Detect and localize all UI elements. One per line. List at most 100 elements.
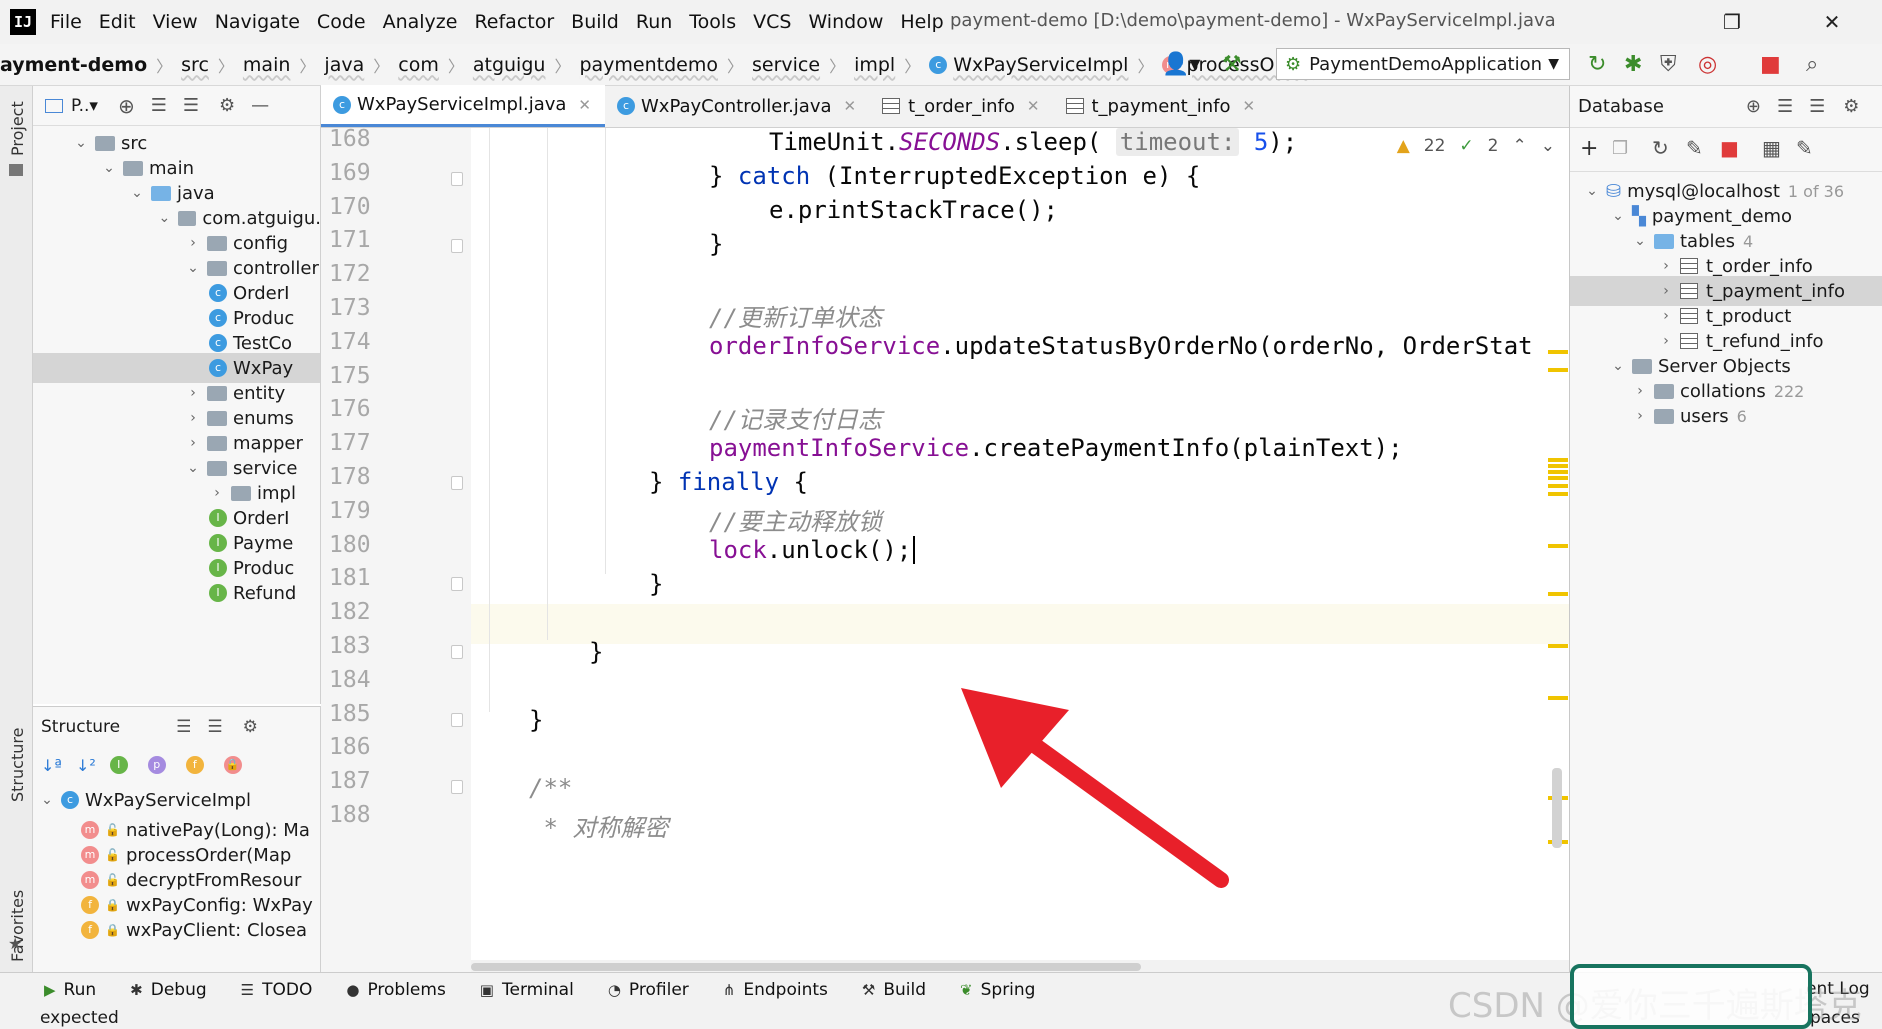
project-tree-item[interactable]: I Refund xyxy=(33,578,320,608)
tool-todo[interactable]: ☰ TODO xyxy=(241,980,313,1000)
fold-marker-icon[interactable] xyxy=(451,239,463,254)
chevron-right-icon[interactable]: › xyxy=(185,235,201,251)
chevron-down-icon[interactable]: ⌄ xyxy=(1584,183,1600,199)
coverage-icon[interactable]: ⛨ xyxy=(1660,52,1677,77)
hide-icon[interactable]: — xyxy=(251,95,269,116)
chevron-down-icon[interactable]: ⌄ xyxy=(1632,233,1648,249)
build-hammer-icon[interactable]: ⚒ xyxy=(1222,52,1242,77)
rerun-icon[interactable]: ↻ xyxy=(1588,52,1606,77)
chevron-down-icon[interactable]: ⌄ xyxy=(129,185,145,201)
database-tree-item[interactable]: › users 6 xyxy=(1570,401,1882,431)
table-view-icon[interactable]: ▦ xyxy=(1762,136,1781,160)
horizontal-scrollbar[interactable] xyxy=(471,960,1569,972)
tab-t-payment-info[interactable]: t_payment_info ✕ xyxy=(1054,85,1270,127)
chevron-down-icon[interactable]: ⌄ xyxy=(1610,358,1626,374)
tool-endpoints[interactable]: ⋔ Endpoints xyxy=(723,980,828,1000)
tool-problems[interactable]: ● Problems xyxy=(346,980,445,1000)
tool-window-project[interactable]: Project xyxy=(8,101,27,156)
tab-t-order-info[interactable]: t_order_info ✕ xyxy=(870,85,1053,127)
show-inherited-icon[interactable]: I xyxy=(109,756,128,774)
copy-icon[interactable]: ❐ xyxy=(1612,138,1628,159)
tool-spring[interactable]: ❦ Spring xyxy=(960,980,1035,1000)
sort-visibility-icon[interactable]: ↓² xyxy=(76,756,96,775)
search-icon[interactable]: ⌕ xyxy=(1806,52,1818,77)
chevron-down-icon[interactable]: ⌄ xyxy=(1610,208,1626,224)
menu-code[interactable]: Code xyxy=(317,11,366,33)
chevron-right-icon[interactable]: › xyxy=(185,435,201,451)
inspection-widget[interactable]: ▲ 22 ✓ 2 ⌃ ⌄ xyxy=(1397,136,1555,156)
project-view-select[interactable]: P..▾ xyxy=(71,96,98,116)
profile-icon[interactable]: ◎ xyxy=(1698,52,1717,77)
gear-icon[interactable]: ⚙ xyxy=(219,95,235,116)
menu-view[interactable]: View xyxy=(153,11,198,33)
expand-all-icon[interactable]: ☰ xyxy=(176,717,191,737)
tab-wxpaycontroller[interactable]: c WxPayController.java ✕ xyxy=(605,85,870,127)
menu-navigate[interactable]: Navigate xyxy=(215,11,300,33)
tool-debug[interactable]: ✱ Debug xyxy=(130,980,206,1000)
expand-all-icon[interactable]: ☰ xyxy=(1777,96,1793,117)
fold-marker-icon[interactable] xyxy=(451,712,463,727)
close-icon[interactable]: ✕ xyxy=(1243,97,1256,115)
chevron-down-icon[interactable]: ⌄ xyxy=(101,160,117,176)
expand-all-icon[interactable]: ☰ xyxy=(151,95,167,116)
tool-profiler[interactable]: ◔ Profiler xyxy=(608,980,689,1000)
add-icon[interactable]: + xyxy=(1580,136,1598,161)
fold-marker-icon[interactable] xyxy=(451,780,463,795)
chevron-down-icon[interactable]: ⌄ xyxy=(185,460,201,476)
menu-window[interactable]: Window xyxy=(808,11,883,33)
horizontal-scrollbar-thumb[interactable] xyxy=(471,963,1141,971)
chevron-right-icon[interactable]: › xyxy=(1658,283,1674,299)
structure-class-row[interactable]: ⌄ c WxPayServiceImpl xyxy=(33,785,320,815)
gear-icon[interactable]: ⚙ xyxy=(1843,96,1859,117)
prev-highlight-icon[interactable]: ⌃ xyxy=(1513,136,1527,156)
chevron-right-icon[interactable]: › xyxy=(1658,333,1674,349)
stop-icon[interactable]: ■ xyxy=(1760,52,1781,77)
user-icon[interactable]: 👤▾ xyxy=(1162,52,1200,77)
fold-marker-icon[interactable] xyxy=(451,476,463,490)
menu-refactor[interactable]: Refactor xyxy=(474,11,554,33)
structure-member[interactable]: f 🔒 wxPayClient: Closea xyxy=(33,915,320,945)
breadcrumb-paymentdemo[interactable]: paymentdemo xyxy=(579,54,718,76)
menu-file[interactable]: File xyxy=(50,11,82,33)
error-stripe[interactable] xyxy=(1548,128,1568,972)
line-number-gutter[interactable]: 168 169 170 171 172 173 174 175 176 177 178 179 180 1… xyxy=(321,128,471,972)
chevron-right-icon[interactable]: › xyxy=(185,410,201,426)
close-icon[interactable]: ✕ xyxy=(1782,10,1882,34)
code-editor[interactable]: ▲ 22 ✓ 2 ⌃ ⌄ TimeUnit.SECONDS.sleep( tim… xyxy=(471,128,1569,972)
menu-help[interactable]: Help xyxy=(900,11,943,33)
breadcrumb-service[interactable]: service xyxy=(752,54,820,76)
tool-run[interactable]: ▶ Run xyxy=(44,980,96,1000)
breadcrumb-com[interactable]: com xyxy=(398,54,439,76)
chevron-right-icon[interactable]: › xyxy=(209,485,225,501)
properties-icon[interactable]: ✎ xyxy=(1686,136,1703,160)
close-icon[interactable]: ✕ xyxy=(844,97,857,115)
collapse-all-icon[interactable]: ☰ xyxy=(1809,96,1825,117)
tool-window-structure[interactable]: Structure xyxy=(8,728,27,802)
menu-vcs[interactable]: VCS xyxy=(753,11,791,33)
collapse-all-icon[interactable]: ☰ xyxy=(183,95,199,116)
tool-build[interactable]: ⚒ Build xyxy=(862,980,926,1000)
chevron-right-icon[interactable]: › xyxy=(1658,258,1674,274)
fold-marker-icon[interactable] xyxy=(451,645,463,659)
chevron-down-icon[interactable]: ⌄ xyxy=(73,135,89,151)
stop-icon[interactable]: ■ xyxy=(1720,136,1739,160)
menu-run[interactable]: Run xyxy=(636,11,672,33)
collapse-all-icon[interactable]: ☰ xyxy=(207,717,222,737)
close-icon[interactable]: ✕ xyxy=(578,96,591,114)
tab-wxpayserviceimpl[interactable]: c WxPayServiceImpl.java ✕ xyxy=(321,85,605,127)
edit-icon[interactable]: ✎ xyxy=(1796,136,1813,160)
menu-tools[interactable]: Tools xyxy=(689,11,736,33)
sort-alpha-icon[interactable]: ↓ª xyxy=(41,756,62,775)
locate-icon[interactable]: ⊕ xyxy=(118,94,135,118)
breadcrumb-class[interactable]: WxPayServiceImpl xyxy=(953,54,1128,76)
breadcrumb-java[interactable]: java xyxy=(324,54,364,76)
show-fields-icon[interactable]: f xyxy=(185,756,204,774)
vertical-scrollbar-thumb[interactable] xyxy=(1552,768,1562,848)
chevron-right-icon[interactable]: › xyxy=(1632,383,1648,399)
tool-terminal[interactable]: ▣ Terminal xyxy=(480,980,574,1000)
breadcrumb-main[interactable]: main xyxy=(243,54,290,76)
close-icon[interactable]: ✕ xyxy=(1027,97,1040,115)
breadcrumb-src[interactable]: src xyxy=(181,54,209,76)
chevron-right-icon[interactable]: › xyxy=(1632,408,1648,424)
chevron-down-icon[interactable]: ⌄ xyxy=(157,210,172,226)
